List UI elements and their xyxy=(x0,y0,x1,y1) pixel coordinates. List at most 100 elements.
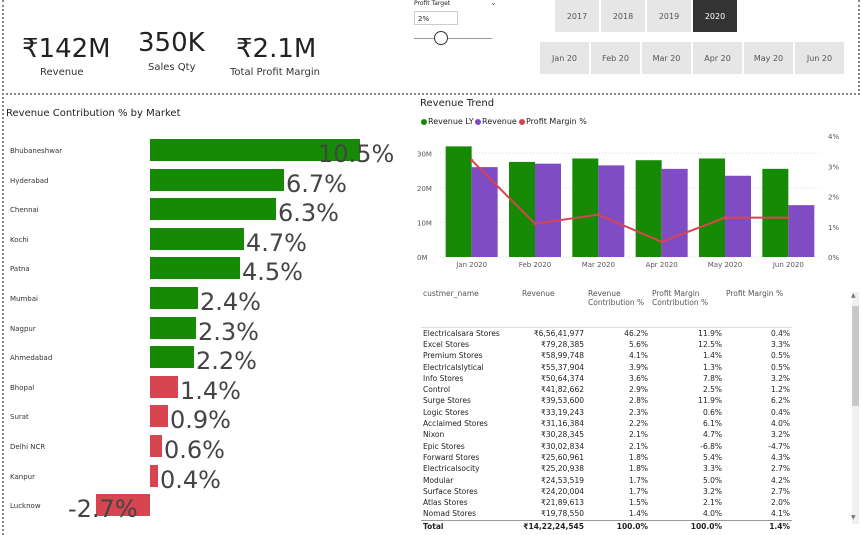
revenue-bar[interactable] xyxy=(598,165,625,257)
market-data-label: -2.7% xyxy=(68,495,138,524)
table-row[interactable]: Info Stores ₹50,64,374 3.6% 7.8% 3.2% xyxy=(421,373,792,384)
legend-label: Revenue xyxy=(482,117,517,126)
revenue-bar[interactable] xyxy=(661,168,688,257)
table-cell: ₹21,89,613 xyxy=(541,498,584,508)
profit-margin-point[interactable] xyxy=(470,158,474,162)
scrollbar-thumb[interactable] xyxy=(852,306,859,406)
market-bar[interactable] xyxy=(150,227,244,250)
table-cell: 0.6% xyxy=(702,407,722,417)
profit-target-input[interactable]: 2% xyxy=(414,11,458,25)
column-header[interactable]: Revenue xyxy=(520,289,586,328)
profit-margin-point[interactable] xyxy=(596,213,600,217)
table-row[interactable]: Acclaimed Stores ₹31,16,384 2.2% 6.1% 4.0% xyxy=(421,418,792,429)
table-row[interactable]: Modular ₹24,53,519 1.7% 5.0% 4.2% xyxy=(421,474,792,485)
table-scrollbar[interactable] xyxy=(852,292,859,524)
table-cell: 2.1% xyxy=(702,498,722,508)
table-row[interactable]: Control ₹41,82,662 2.9% 2.5% 1.2% xyxy=(421,384,792,395)
table-cell: 3.3% xyxy=(702,464,722,474)
table-row[interactable]: Epic Stores ₹30,02,834 2.1% -6.8% -4.7% xyxy=(421,440,792,451)
revenue-bar[interactable] xyxy=(725,175,751,257)
table-cell: ₹24,53,519 xyxy=(541,475,584,485)
column-header[interactable]: custmer_name xyxy=(421,289,520,328)
table-cell: 2.0% xyxy=(770,498,790,508)
market-label: Delhi NCR xyxy=(10,443,46,451)
x-tick-label: Feb 2020 xyxy=(519,261,551,269)
revenue-ly-bar[interactable] xyxy=(572,158,599,257)
month-button[interactable]: Feb 20 xyxy=(591,42,640,74)
market-data-label: 4.7% xyxy=(246,228,307,257)
table-cell: 3.3% xyxy=(770,339,790,349)
table-row[interactable]: Electricalsocity ₹25,20,938 1.8% 3.3% 2.7% xyxy=(421,463,792,474)
profit-margin-point[interactable] xyxy=(786,216,790,220)
table-row[interactable]: Nixon ₹30,28,345 2.1% 4.7% 3.2% xyxy=(421,429,792,440)
y-tick-label: 20M xyxy=(417,185,432,193)
profit-target-slider-track[interactable] xyxy=(414,38,492,39)
table-cell: ₹19,78,550 xyxy=(541,509,584,519)
market-bar[interactable] xyxy=(150,464,158,487)
revenue-bar[interactable] xyxy=(535,163,561,257)
market-bar[interactable] xyxy=(150,435,162,457)
month-button[interactable]: Mar 20 xyxy=(642,42,691,74)
market-label: Nagpur xyxy=(10,324,36,333)
profit-target-slider-thumb[interactable] xyxy=(434,31,449,45)
table-row[interactable]: Excel Stores ₹79,28,385 5.6% 12.5% 3.3% xyxy=(421,339,792,350)
table-cell: 1.4% xyxy=(628,509,648,519)
table-row[interactable]: Logic Stores ₹33,19,243 2.3% 0.6% 0.4% xyxy=(421,407,792,418)
market-bar[interactable] xyxy=(150,405,168,428)
market-bar[interactable] xyxy=(150,346,194,369)
table-cell: 0.5% xyxy=(770,351,790,361)
table-cell: Surface Stores xyxy=(423,486,478,496)
table-row[interactable]: Surge Stores ₹39,53,600 2.8% 11.9% 6.2% xyxy=(421,395,792,406)
scroll-down-icon[interactable]: ▼ xyxy=(851,514,856,521)
table-row[interactable]: Premium Stores ₹58,99,748 4.1% 1.4% 0.5% xyxy=(421,350,792,361)
year-button-2017[interactable]: 2017 xyxy=(555,0,599,32)
table-row[interactable]: Electricalslytical ₹55,37,904 3.9% 1.3% 0.5% xyxy=(421,361,792,372)
year-button-2018[interactable]: 2018 xyxy=(601,0,645,32)
table-cell: ₹33,19,243 xyxy=(541,407,584,417)
profit-margin-point[interactable] xyxy=(660,240,664,244)
column-header[interactable]: Profit Margin % xyxy=(724,289,792,328)
market-data-label: 10.5% xyxy=(318,140,395,168)
market-bar[interactable] xyxy=(150,375,178,398)
market-bar[interactable] xyxy=(150,316,196,339)
table-cell: 6.2% xyxy=(770,396,790,406)
year-button-2019[interactable]: 2019 xyxy=(647,0,691,32)
market-bar[interactable] xyxy=(150,257,240,280)
table-row[interactable]: Forward Stores ₹25,60,961 1.8% 5.4% 4.3% xyxy=(421,452,792,463)
revenue-ly-bar[interactable] xyxy=(635,160,662,257)
table-row[interactable]: Nomad Stores ₹19,78,550 1.4% 4.0% 4.1% xyxy=(421,508,792,520)
month-button[interactable]: Apr 20 xyxy=(693,42,742,74)
table-row[interactable]: Atlas Stores ₹21,89,613 1.5% 2.1% 2.0% xyxy=(421,497,792,508)
market-data-label: 6.3% xyxy=(278,199,339,228)
market-bar[interactable] xyxy=(150,198,276,221)
table-cell: 4.1% xyxy=(628,351,648,361)
market-label: Chennai xyxy=(10,206,39,215)
table-row[interactable]: Surface Stores ₹24,20,004 1.7% 3.2% 2.7% xyxy=(421,486,792,497)
table-cell: 11.9% xyxy=(698,328,722,338)
market-bar[interactable] xyxy=(150,287,198,309)
total-cell: 100.0% xyxy=(616,521,648,531)
month-button[interactable]: Jan 20 xyxy=(540,42,589,74)
kpi-label: Total Profit Margin xyxy=(230,67,320,78)
table-cell: 0.4% xyxy=(770,328,790,338)
table-row[interactable]: Electricalsara Stores ₹6,56,41,977 46.2% 11… xyxy=(421,327,792,339)
year-button-2020[interactable]: 2020 xyxy=(693,0,737,32)
month-button[interactable]: May 20 xyxy=(744,42,793,74)
scroll-up-icon[interactable]: ▲ xyxy=(851,292,856,299)
revenue-bar[interactable] xyxy=(471,167,498,257)
month-button[interactable]: Jun 20 xyxy=(795,42,844,74)
revenue-ly-bar[interactable] xyxy=(445,146,472,257)
column-header[interactable]: Revenue Contribution % xyxy=(586,289,650,328)
profit-margin-point[interactable] xyxy=(533,222,537,226)
table-cell: Electricalsocity xyxy=(423,464,480,474)
legend-swatch xyxy=(519,119,525,125)
chevron-down-icon[interactable]: ⌄ xyxy=(490,0,497,7)
y-tick-label: 10M xyxy=(417,219,432,227)
profit-margin-point[interactable] xyxy=(723,216,727,220)
revenue-bar[interactable] xyxy=(788,205,815,257)
market-data-label: 1.4% xyxy=(180,376,241,405)
revenue-ly-bar[interactable] xyxy=(699,158,725,257)
revenue-ly-bar[interactable] xyxy=(762,168,789,257)
column-header[interactable]: Profit Margin Contribution % xyxy=(650,289,724,328)
market-bar[interactable] xyxy=(150,168,284,191)
